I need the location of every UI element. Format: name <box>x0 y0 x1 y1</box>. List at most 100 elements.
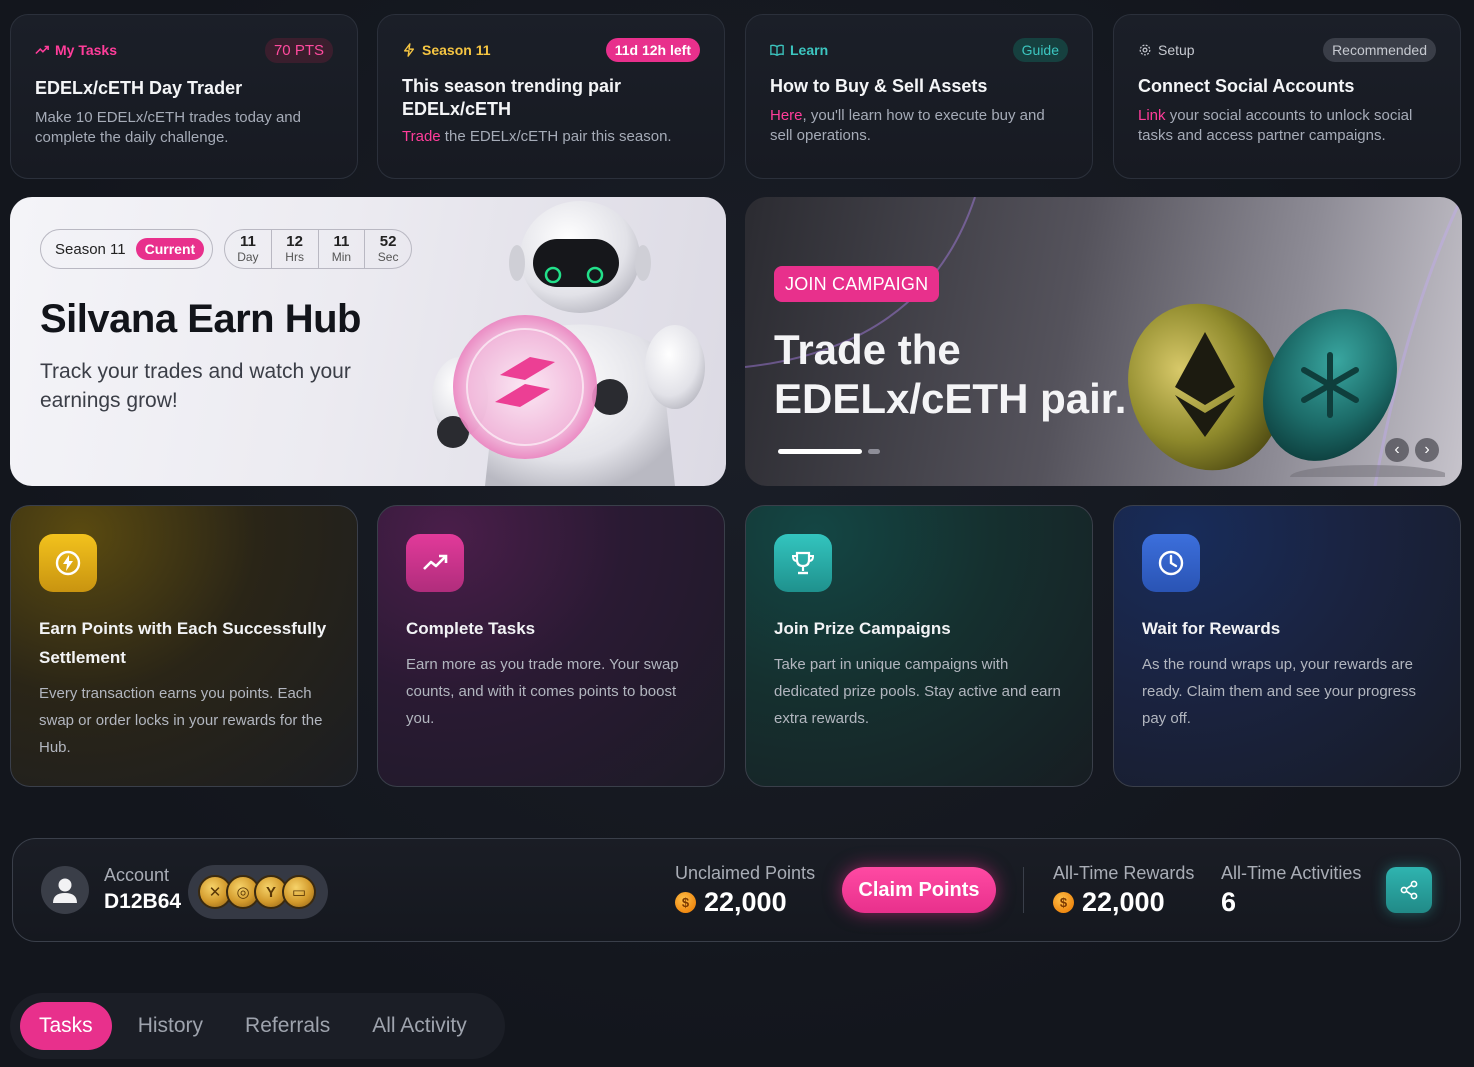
all-time-activities-label: All-Time Activities <box>1221 863 1362 883</box>
claim-points-button[interactable]: Claim Points <box>842 867 996 913</box>
badge-chest-icon: ▭ <box>282 875 316 909</box>
task-card-my-tasks[interactable]: My Tasks 70 PTS EDELx/cETH Day Trader Ma… <box>10 14 358 179</box>
card-tag: My Tasks <box>35 42 117 58</box>
feature-desc: Every transaction earns you points. Each… <box>39 685 323 756</box>
join-campaign-button[interactable]: JOIN CAMPAIGN <box>774 266 940 302</box>
trending-icon <box>35 45 49 55</box>
trending-up-icon <box>406 534 464 592</box>
avatar[interactable] <box>41 866 89 914</box>
countdown-value: 11 <box>333 233 350 250</box>
coin-icon: $ <box>675 892 696 913</box>
feature-desc: Take part in unique campaigns with dedic… <box>774 656 1061 727</box>
lightning-icon <box>403 43 415 57</box>
unclaimed-points-value: $ 22,000 <box>675 887 787 918</box>
all-time-rewards-amount: 22,000 <box>1082 887 1165 917</box>
card-tag: Season 11 <box>402 42 491 58</box>
campaign-title: Trade the EDELx/cETH pair. <box>774 326 1127 422</box>
carousel-dot-active[interactable] <box>778 449 862 454</box>
card-desc-text: the EDELx/cETH pair this season. <box>440 128 672 145</box>
tab-referrals[interactable]: Referrals <box>224 1002 351 1050</box>
hero-subtitle: Track your trades and watch your earning… <box>40 360 351 412</box>
countdown-unit: Min <box>331 250 352 264</box>
current-badge: Current <box>135 238 205 260</box>
countdown-value: 52 <box>379 233 397 250</box>
feature-title: Wait for Rewards <box>1142 619 1281 638</box>
task-card-season[interactable]: Season 11 11d 12h left This season trend… <box>377 14 725 179</box>
link-link[interactable]: Link <box>1138 107 1166 124</box>
trophy-icon <box>774 534 832 592</box>
tab-history[interactable]: History <box>117 1002 224 1050</box>
feature-title: Complete Tasks <box>406 619 536 638</box>
countdown-unit: Sec <box>377 250 399 264</box>
activity-tabs: Tasks History Referrals All Activity <box>10 993 505 1059</box>
achievement-badges[interactable]: ✕ ◎ Y ▭ <box>188 865 328 919</box>
lightning-circle-icon <box>39 534 97 592</box>
card-tag-label: Learn <box>790 42 829 58</box>
tab-all-activity[interactable]: All Activity <box>351 1002 488 1050</box>
season-pill: Season 11 Current <box>40 229 213 269</box>
card-tag-label: Setup <box>1158 42 1195 58</box>
recommended-badge: Recommended <box>1323 38 1436 62</box>
tab-tasks[interactable]: Tasks <box>20 1002 112 1050</box>
coin-icon: $ <box>1053 892 1074 913</box>
gear-icon <box>1139 44 1151 56</box>
season-label: Season 11 <box>55 240 126 258</box>
task-card-setup[interactable]: Setup Recommended Connect Social Account… <box>1113 14 1461 179</box>
share-icon <box>1400 880 1418 900</box>
feature-title: Join Prize Campaigns <box>774 619 951 638</box>
card-tag: Setup <box>1138 42 1195 58</box>
campaign-banner[interactable]: JOIN CAMPAIGN Trade the EDELx/cETH pair.… <box>745 197 1462 486</box>
countdown-value: 11 <box>239 233 256 250</box>
trade-link[interactable]: Trade <box>402 128 441 145</box>
card-tag-label: Season 11 <box>422 42 491 58</box>
card-tag: Learn <box>770 42 828 58</box>
feature-desc: As the round wraps up, your rewards are … <box>1142 656 1417 727</box>
feature-desc: Earn more as you trade more. Your swap c… <box>406 656 679 727</box>
countdown-unit: Day <box>237 250 259 264</box>
feature-card-wait-rewards: Wait for Rewards As the round wraps up, … <box>1113 505 1461 787</box>
points-badge: 70 PTS <box>264 37 333 63</box>
carousel-indicators <box>778 449 880 454</box>
card-desc-text: your social accounts to unlock social ta… <box>1138 107 1413 144</box>
book-icon <box>770 44 784 56</box>
countdown-timer: 11 Day 12 Hrs 11 Min 52 Sec <box>224 229 412 269</box>
card-title: This season trending pair EDELx/cETH <box>402 76 622 119</box>
earn-hub-banner: Season 11 Current 11 Day 12 Hrs 11 Min 52 Se… <box>10 197 726 486</box>
card-desc-text: , you'll learn how to execute buy and se… <box>770 107 1045 144</box>
share-button[interactable] <box>1386 867 1432 913</box>
unclaimed-points-label: Unclaimed Points <box>675 863 816 883</box>
feature-title: Earn Points with Each Successfully Settl… <box>39 619 327 667</box>
card-desc: Link your social accounts to unlock soci… <box>1138 106 1436 146</box>
feature-card-prize-campaigns: Join Prize Campaigns Take part in unique… <box>745 505 1093 787</box>
countdown-day: 11 Day <box>225 230 272 268</box>
clock-icon <box>1142 534 1200 592</box>
all-time-rewards-label: All-Time Rewards <box>1053 863 1195 883</box>
card-tag-label: My Tasks <box>55 42 117 58</box>
card-title: How to Buy & Sell Assets <box>770 76 988 96</box>
account-label: Account <box>104 865 170 885</box>
countdown-value: 12 <box>286 233 303 250</box>
chevron-right-icon[interactable]: › <box>1415 438 1439 462</box>
feature-card-complete-tasks: Complete Tasks Earn more as you trade mo… <box>377 505 725 787</box>
divider <box>1023 867 1024 913</box>
card-desc: Make 10 EDELx/cETH trades today and comp… <box>35 109 301 146</box>
card-desc: Here, you'll learn how to execute buy an… <box>770 106 1068 146</box>
carousel-dot[interactable] <box>868 449 880 454</box>
feature-card-earn-points: Earn Points with Each Successfully Settl… <box>10 505 358 787</box>
card-desc: Trade the EDELx/cETH pair this season. <box>402 127 700 147</box>
account-summary-bar: Account D12B64 ✕ ◎ Y ▭ Unclaimed Points … <box>12 838 1461 942</box>
robot-illustration <box>432 201 705 486</box>
countdown-unit: Hrs <box>285 250 304 264</box>
time-left-badge: 11d 12h left <box>605 38 700 62</box>
here-link[interactable]: Here <box>770 107 803 124</box>
task-card-learn[interactable]: Learn Guide How to Buy & Sell Assets Her… <box>745 14 1093 179</box>
card-title: EDELx/cETH Day Trader <box>35 78 243 98</box>
all-time-rewards-value: $ 22,000 <box>1053 887 1165 918</box>
all-time-activities-value: 6 <box>1221 887 1237 917</box>
countdown-min: 11 Min <box>319 230 366 268</box>
unclaimed-points-amount: 22,000 <box>704 887 787 917</box>
chevron-left-icon[interactable]: ‹ <box>1385 438 1409 462</box>
card-title: Connect Social Accounts <box>1138 76 1355 96</box>
carousel-arrows: ‹ › <box>1385 438 1439 462</box>
account-id: D12B64 <box>104 890 182 913</box>
